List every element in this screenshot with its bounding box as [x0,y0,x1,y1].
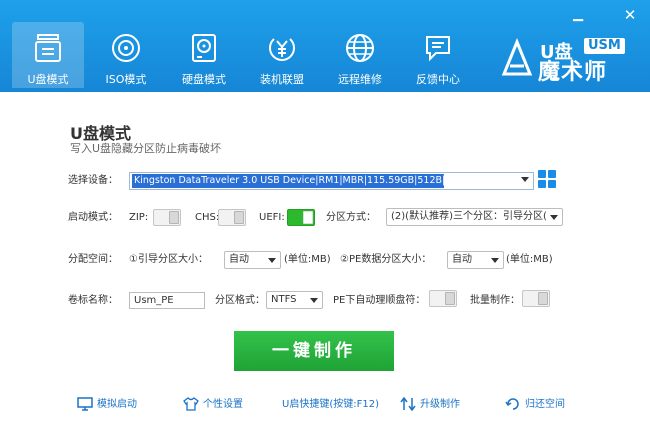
bottom-item-label: 升级制作 [420,399,460,410]
bottom-item-label: 个性设置 [203,399,243,410]
chevron-down-icon [521,177,529,182]
batch-toggle[interactable] [522,290,550,307]
uefi-toggle[interactable] [287,209,315,226]
volume-input-value: Usm_PE [134,295,174,306]
chevron-down-icon [491,258,499,263]
usb-drive-icon [35,34,61,62]
device-label: 选择设备： [68,175,118,186]
volume-input[interactable]: Usm_PE [129,292,205,309]
toggle-knob [538,292,548,305]
pe-size-label: ②PE数据分区大小： [340,254,432,265]
pe-unit-label: (单位:MB) [506,254,553,265]
tab-hard-disk-mode[interactable]: 硬盘模式 [168,22,240,88]
pe-size-value: 自动 [452,254,472,265]
chevron-down-icon [268,258,276,263]
zip-toggle[interactable] [153,209,181,226]
toggle-knob [234,211,244,224]
batch-label: 批量制作： [470,295,520,306]
tab-label: 硬盘模式 [182,73,226,86]
tab-label: 反馈中心 [416,73,460,86]
format-value: NTFS [271,294,297,305]
bottom-item-label: 归还空间 [525,399,565,410]
boot-size-label: ①引导分区大小： [129,254,208,265]
chs-label: CHS: [195,212,220,223]
tab-install-alliance[interactable]: 装机联盟 [246,22,318,88]
chevron-down-icon [550,215,558,220]
partition-mode-select[interactable]: (2)(默认推荐)三个分区：引导分区(隐 [386,208,563,226]
logo-brand-text: 魔术师 [538,60,608,85]
boot-unit-label: (单位:MB) [284,254,331,265]
uefi-label: UEFI: [259,212,285,223]
tab-iso-mode[interactable]: ISO模式 [90,22,162,88]
device-select[interactable]: Kingston DataTraveler 3.0 USB Device|RM1… [129,172,534,190]
minimize-button[interactable]: ▁ [570,8,586,22]
boot-mode-label: 启动模式： [68,212,118,223]
format-select[interactable]: NTFS [266,291,323,309]
tab-usb-mode[interactable]: U盘模式 [12,22,84,88]
tab-label: ISO模式 [105,73,147,86]
tab-feedback-center[interactable]: 反馈中心 [402,22,474,88]
logo-usm-badge: USM [584,38,625,54]
monitor-icon [77,397,93,411]
chs-toggle[interactable] [218,209,246,226]
boot-size-select[interactable]: 自动 [224,251,281,269]
pe-size-select[interactable]: 自动 [447,251,504,269]
toggle-knob [169,211,179,224]
header-bar: ▁ ✕ U盘模式 ISO模式 硬盘模式 装机联盟 远程维修 反馈中心 U盘 US… [0,0,650,92]
tab-label: 装机联盟 [260,73,304,86]
boot-size-value: 自动 [229,254,249,265]
zip-label: ZIP: [129,212,149,223]
globe-icon [346,34,374,62]
alloc-label: 分配空间： [68,254,118,265]
toggle-knob [303,211,313,224]
windows-tiles-icon[interactable] [538,170,556,188]
disc-icon [112,34,140,62]
tab-label: 远程维修 [338,73,382,86]
chevron-down-icon [310,298,318,303]
bottom-item-label: U启快捷键(按键:F12) [282,399,379,410]
pe-auto-label: PE下自动理顺盘符： [333,295,426,306]
chat-icon [426,36,450,62]
tab-label: U盘模式 [27,73,69,86]
yen-coin-icon [269,38,295,61]
pe-auto-toggle[interactable] [429,290,457,307]
page-subtitle: 写入U盘隐藏分区防止病毒破坏 [70,142,222,155]
format-label: 分区格式： [215,295,265,306]
tab-remote-repair[interactable]: 远程维修 [324,22,396,88]
toggle-knob [445,292,455,305]
one-click-make-button[interactable]: 一键制作 [234,331,394,371]
brand-logo: U盘 USM 魔术师 [500,28,640,85]
restore-icon [505,398,519,410]
partition-mode-value: (2)(默认推荐)三个分区：引导分区(隐 [391,211,546,222]
device-select-value: Kingston DataTraveler 3.0 USB Device|RM1… [132,174,444,188]
partition-mode-label: 分区方式： [326,212,376,223]
upgrade-arrows-icon [400,396,416,412]
tshirt-icon [183,397,199,411]
close-button[interactable]: ✕ [622,8,638,23]
magic-hat-icon [501,38,533,76]
bottom-item-label: 模拟启动 [97,399,137,410]
hard-disk-icon [192,34,216,62]
volume-label: 卷标名称： [68,295,118,306]
